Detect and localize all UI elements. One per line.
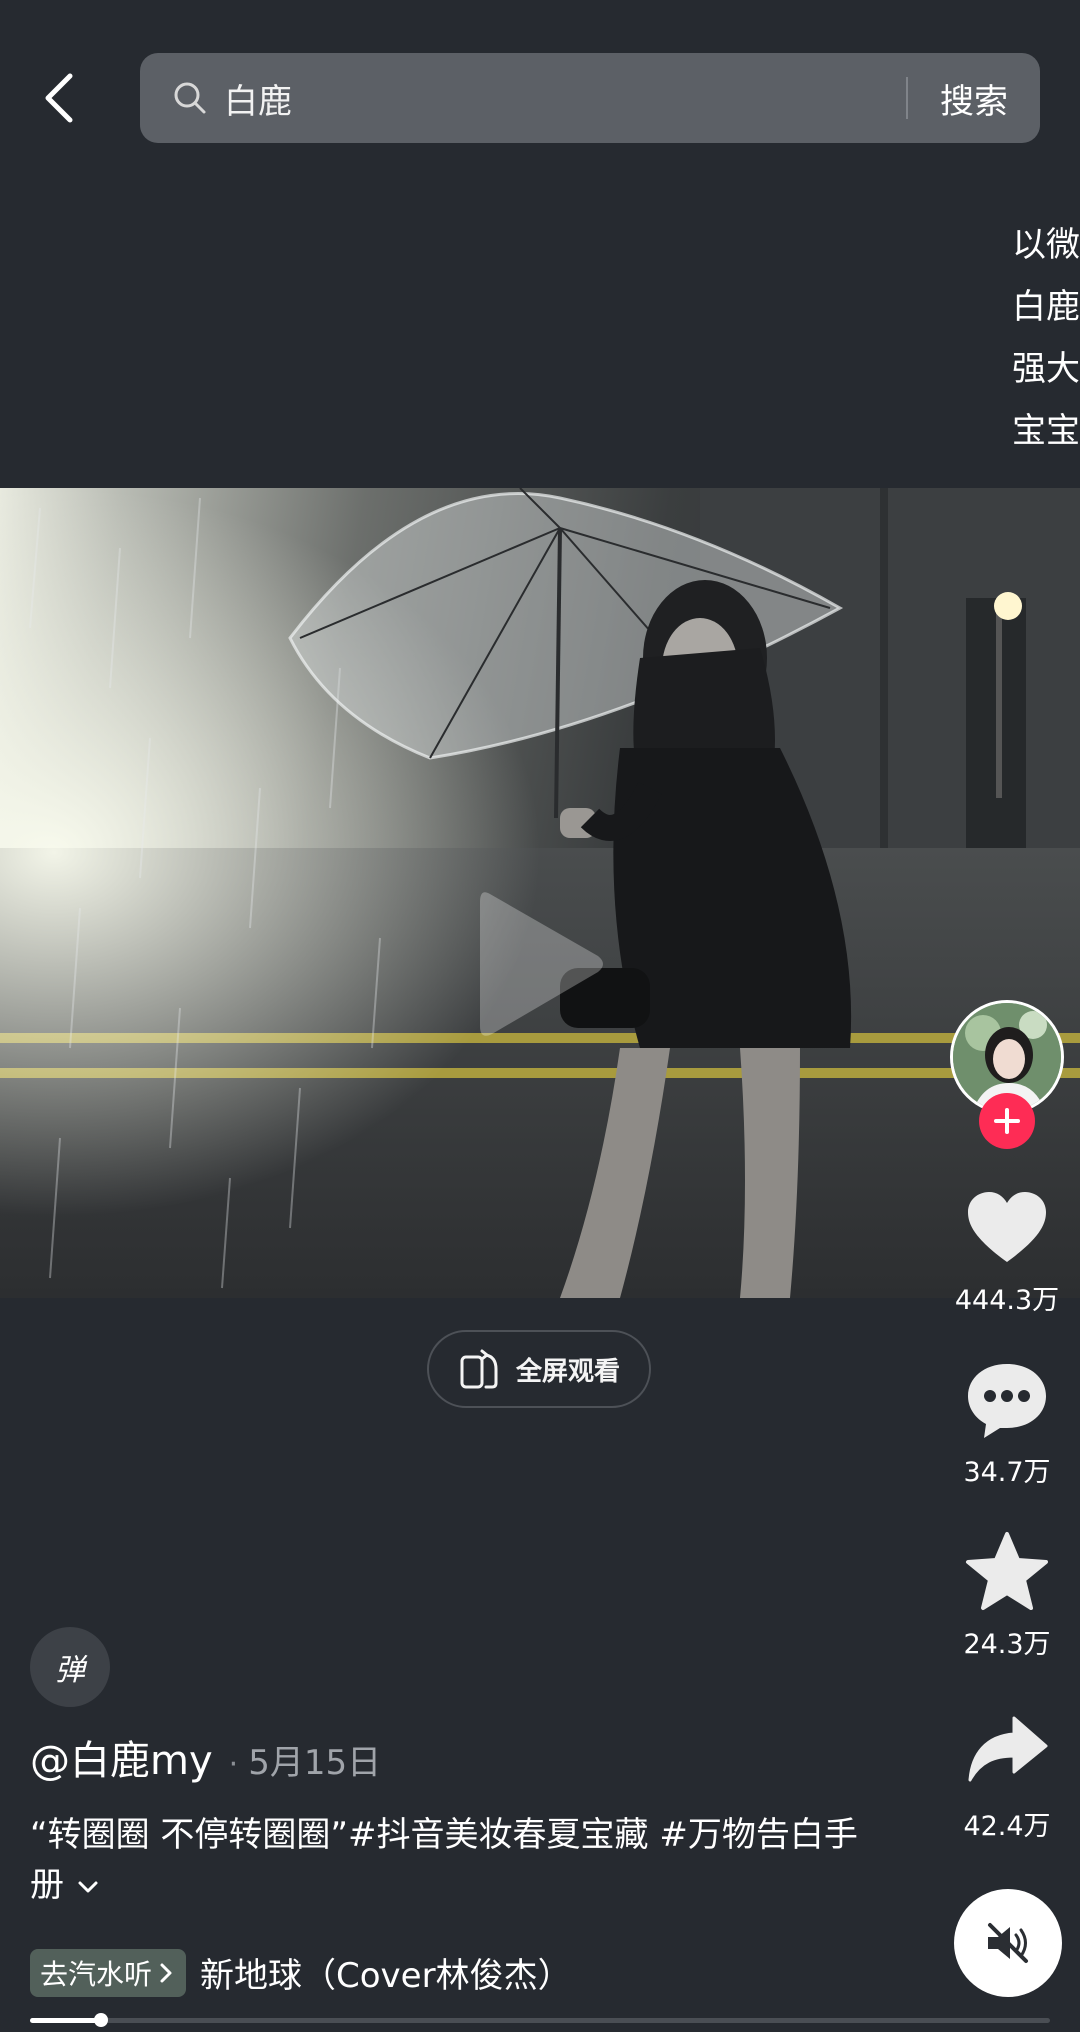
side-description-line: 以微 — [1012, 225, 1080, 265]
follow-button[interactable] — [979, 1093, 1035, 1149]
favorite-count: 24.3万 — [963, 1629, 1051, 1660]
back-button[interactable] — [30, 66, 90, 130]
side-description-line: 白鹿 — [1012, 287, 1080, 327]
search-bar[interactable]: 白鹿 搜索 — [140, 53, 1040, 143]
favorite-action[interactable]: 24.3万 — [940, 1530, 1074, 1661]
progress-fill — [30, 2018, 101, 2023]
back-arrow-icon — [45, 73, 73, 123]
comment-action[interactable]: 34.7万 — [940, 1358, 1074, 1489]
separator-dot: · — [228, 1747, 239, 1782]
chevron-right-icon — [160, 1963, 172, 1982]
video-description[interactable]: “转圈圈 不停转圈圈”#抖音美妆春夏宝藏 #万物告白手册 — [30, 1810, 860, 1910]
fullscreen-label: 全屏观看 — [515, 1356, 620, 1387]
post-date: 5月15日 — [248, 1743, 382, 1783]
comment-icon[interactable] — [964, 1358, 1050, 1444]
progress-scrubber[interactable] — [94, 2013, 108, 2027]
comment-count: 34.7万 — [963, 1457, 1051, 1488]
progress-track[interactable] — [30, 2018, 1050, 2023]
description-text: “转圈圈 不停转圈圈”#抖音美妆春夏宝藏 #万物告白手册 — [30, 1815, 858, 1905]
play-icon[interactable] — [470, 884, 610, 1044]
like-action[interactable]: 444.3万 — [940, 1186, 1074, 1317]
chevron-down-icon[interactable] — [75, 1874, 101, 1900]
music-tag-button[interactable]: 去汽水听 — [30, 1948, 187, 1997]
search-icon — [174, 82, 206, 114]
danmu-label: 弹 — [55, 1653, 85, 1688]
music-row[interactable]: 去汽水听 新地球（Cover林俊杰） — [30, 1948, 572, 1997]
mute-icon — [988, 1923, 1028, 1963]
mute-button[interactable] — [954, 1889, 1062, 1997]
music-tag-label: 去汽水听 — [40, 1957, 153, 1991]
star-icon[interactable] — [964, 1530, 1050, 1616]
side-description-line: 宝宝 — [1012, 411, 1080, 451]
screen: 白鹿 搜索 以微 白鹿 强大 宝宝 全屏观看 444.3万 34.7万 24.3… — [0, 0, 1080, 2032]
heart-icon[interactable] — [964, 1186, 1050, 1272]
fullscreen-button[interactable]: 全屏观看 — [427, 1330, 651, 1408]
share-icon[interactable] — [964, 1712, 1050, 1798]
side-description: 以微 白鹿 强大 宝宝 — [1012, 214, 1080, 462]
like-count: 444.3万 — [954, 1285, 1060, 1316]
danmu-toggle-button[interactable]: 弹 — [30, 1627, 110, 1707]
search-submit-button[interactable]: 搜索 — [940, 74, 1008, 123]
fullscreen-rotate-icon — [460, 1349, 498, 1389]
side-description-line: 强大 — [1012, 349, 1080, 389]
music-title: 新地球（Cover林俊杰） — [200, 1956, 572, 1996]
author-row: @白鹿my · 5月15日 — [30, 1728, 381, 1786]
share-count: 42.4万 — [963, 1811, 1051, 1842]
search-divider — [906, 77, 908, 119]
search-input[interactable]: 白鹿 — [224, 74, 906, 123]
author-name[interactable]: @白鹿my — [30, 1728, 213, 1786]
plus-icon — [994, 1108, 1020, 1134]
share-action[interactable]: 42.4万 — [940, 1712, 1074, 1843]
